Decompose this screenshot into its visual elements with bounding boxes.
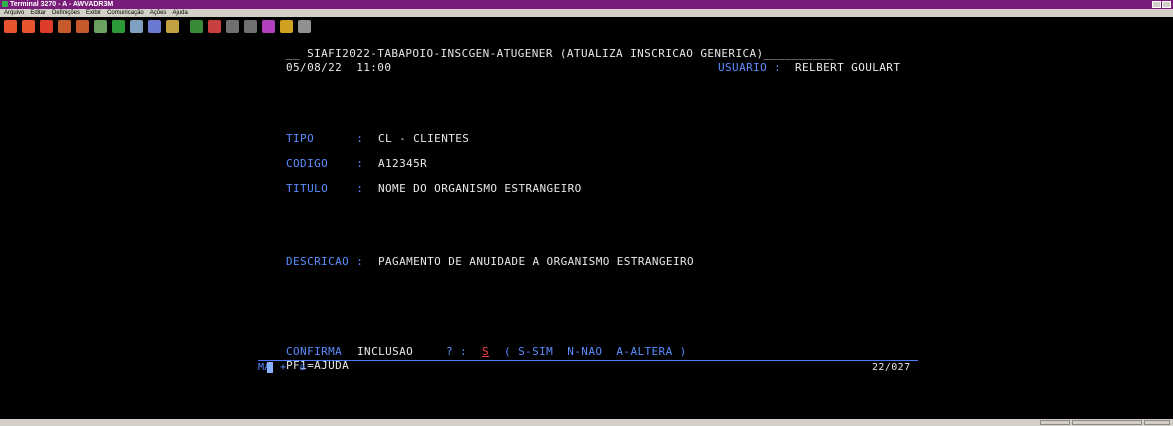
keyboard-icon[interactable] <box>148 20 161 33</box>
status-bar <box>0 419 1173 426</box>
confirma-label: CONFIRMA <box>286 345 343 358</box>
status-field-1 <box>1040 420 1070 425</box>
user-value: RELBERT GOULART <box>795 61 901 74</box>
user-label: USUARIO : <box>718 61 789 74</box>
status-field-2 <box>1072 420 1142 425</box>
menu-editar[interactable]: Editar <box>30 9 46 17</box>
macro-icon[interactable] <box>130 20 143 33</box>
screen-header: __ SIAFI2022-TABAPOIO-INSCGEN-ATUGENER (… <box>286 47 834 60</box>
upload-icon[interactable] <box>226 20 239 33</box>
title-bar: Terminal 3270 - A - AWVADR3M <box>0 0 1173 9</box>
cursor-position: 22/027 <box>872 362 911 373</box>
menu-exibir[interactable]: Exibir <box>86 9 101 17</box>
titulo-value: NOME DO ORGANISMO ESTRANGEIRO <box>378 182 582 195</box>
print-icon[interactable] <box>166 20 179 33</box>
menu-definicoes[interactable]: Definições <box>52 9 80 17</box>
toolbar <box>0 17 1173 37</box>
codigo-value: A12345R <box>378 157 428 170</box>
inclusao-label: INCLUSAO <box>350 345 428 358</box>
confirma-input[interactable]: S <box>482 345 489 358</box>
titulo-label: TITULO : <box>286 182 371 195</box>
terminal-app-icon <box>2 1 8 7</box>
tipo-label: TIPO : <box>286 132 371 145</box>
descricao-label: DESCRICAO : <box>286 255 371 268</box>
status-field-3 <box>1144 420 1170 425</box>
copy-icon[interactable] <box>94 20 107 33</box>
menu-comunicacao[interactable]: Comunicação <box>107 9 144 17</box>
disconnect-icon[interactable] <box>22 20 35 33</box>
paste-icon[interactable] <box>112 20 125 33</box>
stop-icon[interactable] <box>208 20 221 33</box>
receive-icon[interactable] <box>76 20 89 33</box>
confirma-options: ( S-SIM N-NAO A-ALTERA ) <box>490 345 687 358</box>
send-icon[interactable] <box>58 20 71 33</box>
download-icon[interactable] <box>244 20 257 33</box>
terminal-screen[interactable]: __ SIAFI2022-TABAPOIO-INSCGEN-ATUGENER (… <box>0 37 1173 419</box>
oia-status: + a <box>280 362 306 373</box>
codigo-label: CODIGO : <box>286 157 371 170</box>
link-icon[interactable] <box>262 20 275 33</box>
tipo-value: CL - CLIENTES <box>378 132 470 145</box>
date-time: 05/08/22 11:00 <box>286 61 392 74</box>
transfer-icon[interactable] <box>280 20 293 33</box>
minimize-button[interactable] <box>1152 1 1161 8</box>
menu-ajuda[interactable]: Ajuda <box>172 9 187 17</box>
menu-arquivo[interactable]: Arquivo <box>4 9 24 17</box>
record-icon[interactable] <box>190 20 203 33</box>
oia-divider <box>258 360 918 361</box>
connect-icon[interactable] <box>4 20 17 33</box>
menu-acoes[interactable]: Ações <box>150 9 167 17</box>
window-title: Terminal 3270 - A - AWVADR3M <box>10 1 114 8</box>
restore-button[interactable] <box>1162 1 1171 8</box>
text-cursor <box>267 362 273 373</box>
exit-icon[interactable] <box>40 20 53 33</box>
refresh-icon[interactable] <box>298 20 311 33</box>
confirma-prompt: ? : <box>446 345 475 358</box>
descricao-value: PAGAMENTO DE ANUIDADE A ORGANISMO ESTRAN… <box>378 255 695 268</box>
menu-bar: Arquivo Editar Definições Exibir Comunic… <box>0 9 1173 17</box>
